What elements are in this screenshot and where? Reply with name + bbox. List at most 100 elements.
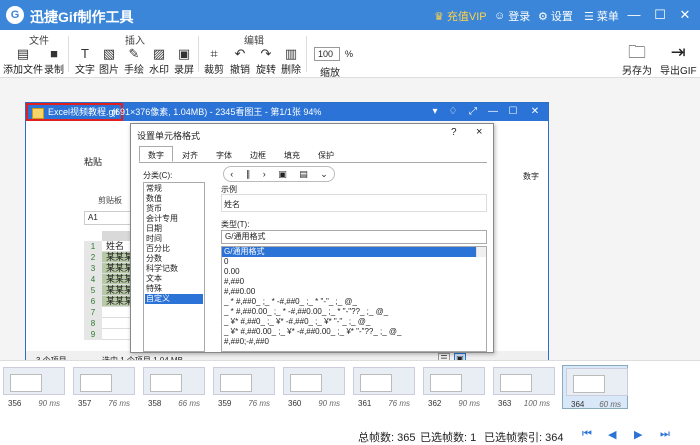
record-button[interactable]: ■ 录制 <box>44 47 64 77</box>
tab-fill[interactable]: 填充 <box>275 146 309 162</box>
type-item[interactable]: _ * #,##0.00_ ;_ * -#,##0.00_ ;_ * "-"??… <box>222 307 486 317</box>
viewer-skin-icon[interactable]: ♢ <box>446 105 460 119</box>
frame-thumb[interactable]: 357 76 ms <box>70 365 136 409</box>
text-icon: T <box>81 46 89 61</box>
login-button[interactable]: ☺ 登录 <box>494 8 530 24</box>
last-frame-icon[interactable]: ⏭ <box>660 428 670 441</box>
next-icon[interactable]: › <box>263 169 266 179</box>
dialog-help-button[interactable]: ? <box>451 127 457 138</box>
viewer-menu-icon[interactable]: ▾ <box>428 105 442 119</box>
type-item[interactable]: #,##0 <box>222 277 486 287</box>
vip-button[interactable]: ♛ 充值VIP <box>434 8 487 24</box>
prev-frame-icon[interactable]: ◀ <box>608 428 616 441</box>
type-item[interactable]: _ * #,##0_ ;_ * -#,##0_ ;_ * "-"_ ;_ @_ <box>222 297 486 307</box>
frame-thumb-selected[interactable]: 364 60 ms <box>562 365 628 409</box>
category-item[interactable]: 货币 <box>145 204 203 214</box>
viewer-filename: Excel视频教程.gif <box>48 107 119 117</box>
tab-font[interactable]: 字体 <box>207 146 241 162</box>
watermark-icon: ▨ <box>152 46 166 61</box>
frame-delay[interactable]: 60 ms <box>599 400 621 409</box>
viewer-info: (691×376像素, 1.04MB) - 2345看图王 - 第1/1张 94… <box>112 107 322 117</box>
category-item[interactable]: 分数 <box>145 254 203 264</box>
image-button[interactable]: ▧ 图片 <box>99 47 119 77</box>
tab-alignment[interactable]: 对齐 <box>173 146 207 162</box>
category-item[interactable]: 文本 <box>145 274 203 284</box>
type-item[interactable]: #,##0;-#,##0 <box>222 337 486 347</box>
settings-button[interactable]: ⚙ 设置 <box>538 8 573 24</box>
frame-thumb[interactable]: 360 90 ms <box>280 365 346 409</box>
type-item-selected[interactable]: G/通用格式 <box>222 247 486 257</box>
frame-thumb[interactable]: 358 66 ms <box>140 365 206 409</box>
add-file-button[interactable]: ▤ 添加文件 <box>3 47 43 77</box>
type-item[interactable]: 0.00 <box>222 267 486 277</box>
frame-preview <box>566 368 628 396</box>
rotate-button[interactable]: ↷ 旋转 <box>256 47 276 77</box>
group-label-edit: 编辑 <box>244 36 264 47</box>
export-gif-button[interactable]: ⇥ 导出GIF <box>660 42 697 77</box>
frame-number: 363 <box>498 399 512 408</box>
viewer-fullscreen-icon[interactable]: ⤢ <box>466 105 480 119</box>
frame-thumb[interactable]: 361 76 ms <box>350 365 416 409</box>
pen-icon: ✎ <box>128 46 140 61</box>
maximize-button[interactable]: ☐ <box>652 7 668 23</box>
divider <box>198 36 199 72</box>
record-screen-button[interactable]: ▣ 录屏 <box>174 47 194 77</box>
category-item[interactable]: 常规 <box>145 184 203 194</box>
category-item[interactable]: 数值 <box>145 194 203 204</box>
frame-delay[interactable]: 90 ms <box>318 399 340 408</box>
frame-delay[interactable]: 76 ms <box>388 399 410 408</box>
first-frame-icon[interactable]: ⏮ <box>582 428 592 441</box>
frame-delay[interactable]: 100 ms <box>524 399 550 408</box>
menu-button[interactable]: ☰ 菜单 <box>584 8 619 24</box>
type-item[interactable]: _ ¥* #,##0_ ;_ ¥* -#,##0_ ;_ ¥* "-"_ ;_ … <box>222 317 486 327</box>
type-list-scrollbar[interactable] <box>476 247 486 257</box>
dialog-close-button[interactable]: × <box>476 126 482 138</box>
category-item[interactable]: 时间 <box>145 234 203 244</box>
close-button[interactable]: ✕ <box>677 7 693 23</box>
zoom-input[interactable]: 100 <box>314 47 340 61</box>
tab-protection[interactable]: 保护 <box>309 146 343 162</box>
category-item[interactable]: 会计专用 <box>145 214 203 224</box>
save-as-icon[interactable]: ▤ <box>299 169 308 180</box>
frame-delay[interactable]: 76 ms <box>108 399 130 408</box>
delete-button[interactable]: ▥ 删除 <box>281 47 301 77</box>
category-item[interactable]: 特殊 <box>145 284 203 294</box>
save-as-button[interactable]: 🗀 另存为 <box>622 42 652 77</box>
save-icon[interactable]: ▣ <box>278 169 287 180</box>
category-item[interactable]: 百分比 <box>145 244 203 254</box>
app-title: 迅捷Gif制作工具 <box>30 9 134 25</box>
minimize-button[interactable]: — <box>626 7 642 23</box>
undo-button[interactable]: ↶ 撤销 <box>230 47 250 77</box>
type-item[interactable]: 0 <box>222 257 486 267</box>
tab-number[interactable]: 数字 <box>139 146 173 162</box>
type-item[interactable]: _ ¥* #,##0.00_ ;_ ¥* -#,##0.00_ ;_ ¥* "-… <box>222 327 486 337</box>
frame-thumb[interactable]: 356 90 ms <box>0 365 66 409</box>
type-input[interactable]: G/通用格式 <box>221 230 487 244</box>
type-list[interactable]: G/通用格式 0 0.00 #,##0 #,##0.00 _ * #,##0_ … <box>221 246 487 352</box>
frame-delay[interactable]: 76 ms <box>248 399 270 408</box>
text-button[interactable]: T 文字 <box>75 46 95 77</box>
frame-thumb[interactable]: 363 100 ms <box>490 365 556 409</box>
viewer-maximize-button[interactable]: ☐ <box>506 105 520 119</box>
watermark-button[interactable]: ▨ 水印 <box>149 46 169 77</box>
frame-thumb[interactable]: 359 76 ms <box>210 365 276 409</box>
category-item[interactable]: 科学记数 <box>145 264 203 274</box>
type-item[interactable]: #,##0.00 <box>222 287 486 297</box>
tab-border[interactable]: 边框 <box>241 146 275 162</box>
draw-button[interactable]: ✎ 手绘 <box>124 46 144 77</box>
more-icon[interactable]: ⌄ <box>320 169 328 180</box>
frame-delay[interactable]: 90 ms <box>38 399 60 408</box>
pause-icon[interactable]: ∥ <box>246 169 251 180</box>
category-item[interactable]: 日期 <box>145 224 203 234</box>
crop-button[interactable]: ⌗ 裁剪 <box>204 47 224 77</box>
category-list[interactable]: 常规 数值 货币 会计专用 日期 时间 百分比 分数 科学记数 文本 特殊 自定… <box>143 182 205 352</box>
frame-delay[interactable]: 66 ms <box>178 399 200 408</box>
viewer-minimize-button[interactable]: — <box>486 105 500 119</box>
play-icon[interactable]: ▶ <box>634 428 642 441</box>
frame-delay[interactable]: 90 ms <box>458 399 480 408</box>
category-item-selected[interactable]: 自定义 <box>145 294 203 304</box>
frame-thumb[interactable]: 362 90 ms <box>420 365 486 409</box>
viewer-close-button[interactable]: ✕ <box>528 105 542 119</box>
prev-icon[interactable]: ‹ <box>230 169 233 179</box>
frame-number: 356 <box>8 399 22 408</box>
